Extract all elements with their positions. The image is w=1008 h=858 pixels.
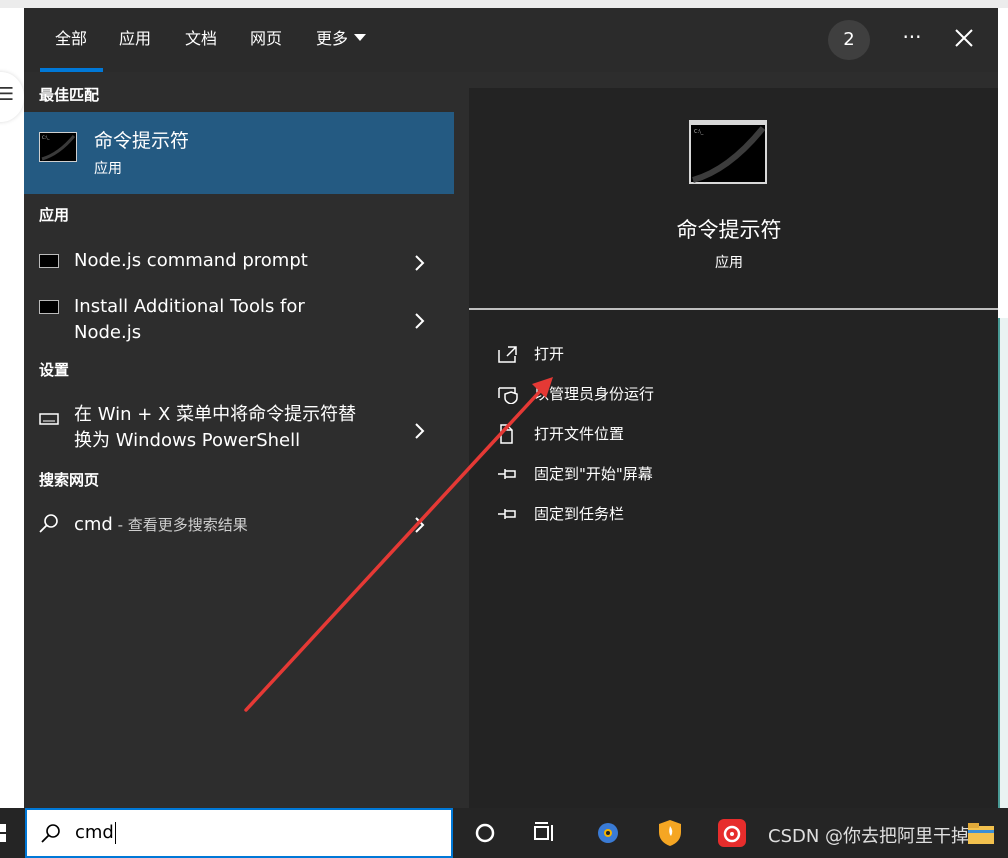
action-label: 固定到"开始"屏幕 [534, 465, 653, 483]
section-heading-settings: 设置 [39, 361, 70, 379]
background-app-top [0, 0, 1008, 8]
task-view-icon[interactable] [530, 818, 560, 848]
pin-icon [498, 469, 516, 479]
section-heading-web: 搜索网页 [39, 471, 100, 489]
preview-divider [469, 308, 998, 310]
background-app-right [998, 8, 1008, 818]
best-match-title: 命令提示符 [94, 130, 190, 152]
app-result-nodejs-prompt[interactable]: Node.js command prompt [24, 240, 454, 282]
cmd-app-icon: C:\_ [39, 132, 77, 162]
search-input[interactable]: cmd [75, 822, 114, 843]
settings-result[interactable]: 在 Win + X 菜单中将命令提示符替 换为 Windows PowerShe… [24, 396, 454, 460]
preview-subtitle: 应用 [715, 255, 743, 271]
tab-web[interactable]: 网页 [250, 8, 282, 72]
section-heading-apps: 应用 [39, 206, 70, 224]
section-heading-best-match: 最佳匹配 [39, 86, 100, 104]
app-result-label-line1: Install Additional Tools for [74, 296, 305, 317]
watermark-text: CSDN @你去把阿里干掉 [768, 826, 970, 847]
search-icon [41, 824, 60, 843]
chevron-right-icon[interactable] [412, 422, 426, 440]
app-result-label: Node.js command prompt [74, 250, 308, 271]
web-query-suffix: - 查看更多搜索结果 [112, 516, 248, 534]
action-label: 以管理员身份运行 [534, 385, 655, 403]
tab-documents[interactable]: 文档 [185, 8, 217, 72]
web-query: cmd [74, 514, 113, 535]
chevron-down-icon [354, 34, 367, 41]
action-open-file-location[interactable]: 打开文件位置 [497, 420, 797, 450]
security-shield-app-icon[interactable] [655, 818, 685, 848]
settings-label-line2: 换为 Windows PowerShell [74, 430, 301, 451]
app-icon [39, 300, 59, 314]
text-caret [114, 822, 116, 844]
cortana-icon[interactable] [470, 818, 500, 848]
tab-more-label: 更多 [316, 29, 349, 48]
search-icon [39, 514, 58, 533]
action-label: 打开 [534, 345, 565, 363]
folder-icon[interactable] [966, 818, 996, 848]
ellipsis-icon[interactable]: ··· [896, 22, 928, 56]
monitor-icon [39, 413, 59, 425]
hamburger-icon: ☰ [0, 84, 14, 105]
start-search-menu: 全部 应用 文档 网页 更多 2 ··· 最佳匹配 C:\_ 命令提示符 应用 … [24, 8, 998, 808]
shield-icon [498, 387, 518, 404]
netease-music-icon[interactable] [717, 818, 747, 848]
web-result[interactable]: cmd - 查看更多搜索结果 [24, 504, 454, 544]
app-result-install-tools[interactable]: Install Additional Tools for Node.js [24, 286, 454, 350]
file-location-icon [500, 424, 513, 444]
background-app-left [0, 8, 24, 808]
chevron-right-icon[interactable] [412, 254, 426, 272]
results-panel: 最佳匹配 C:\_ 命令提示符 应用 应用 Node.js command pr… [24, 72, 454, 808]
action-open[interactable]: 打开 [497, 340, 797, 370]
preview-panel: C:\_ 命令提示符 应用 打开 以管理员身份运行 打开文件位置 固定到"开始"… [469, 88, 998, 808]
svg-text:C:\_: C:\_ [694, 129, 704, 135]
preview-title: 命令提示符 [676, 218, 782, 242]
settings-label-line1: 在 Win + X 菜单中将命令提示符替 [74, 404, 357, 425]
action-run-as-admin[interactable]: 以管理员身份运行 [497, 380, 797, 410]
tab-all[interactable]: 全部 [55, 8, 87, 72]
rewards-badge[interactable]: 2 [828, 20, 870, 60]
action-label: 打开文件位置 [534, 425, 625, 443]
best-match-subtitle: 应用 [94, 161, 122, 177]
close-icon [955, 29, 973, 47]
best-match-item[interactable]: C:\_ 命令提示符 应用 [24, 112, 454, 194]
taskbar: cmd CSDN @你去把阿里干掉 [0, 808, 1008, 858]
taskbar-search-box[interactable]: cmd [25, 808, 453, 858]
settings-gear-app-icon[interactable] [593, 818, 623, 848]
search-tabs: 全部 应用 文档 网页 更多 2 ··· [24, 8, 998, 72]
action-pin-to-start[interactable]: 固定到"开始"屏幕 [497, 460, 797, 490]
chevron-right-icon[interactable] [412, 312, 426, 330]
tab-more[interactable]: 更多 [316, 8, 367, 72]
svg-text:C:\_: C:\_ [42, 135, 50, 140]
app-icon [39, 254, 59, 268]
action-label: 固定到任务栏 [534, 505, 625, 523]
windows-start-icon[interactable] [0, 824, 6, 842]
open-icon [498, 346, 517, 363]
app-result-label-line2: Node.js [74, 322, 142, 343]
chevron-right-icon[interactable] [412, 516, 426, 534]
pin-icon [498, 509, 516, 519]
action-pin-to-taskbar[interactable]: 固定到任务栏 [497, 500, 797, 530]
cmd-app-icon-large: C:\_ [689, 120, 767, 184]
tab-apps[interactable]: 应用 [119, 8, 151, 72]
close-button[interactable] [944, 22, 984, 56]
